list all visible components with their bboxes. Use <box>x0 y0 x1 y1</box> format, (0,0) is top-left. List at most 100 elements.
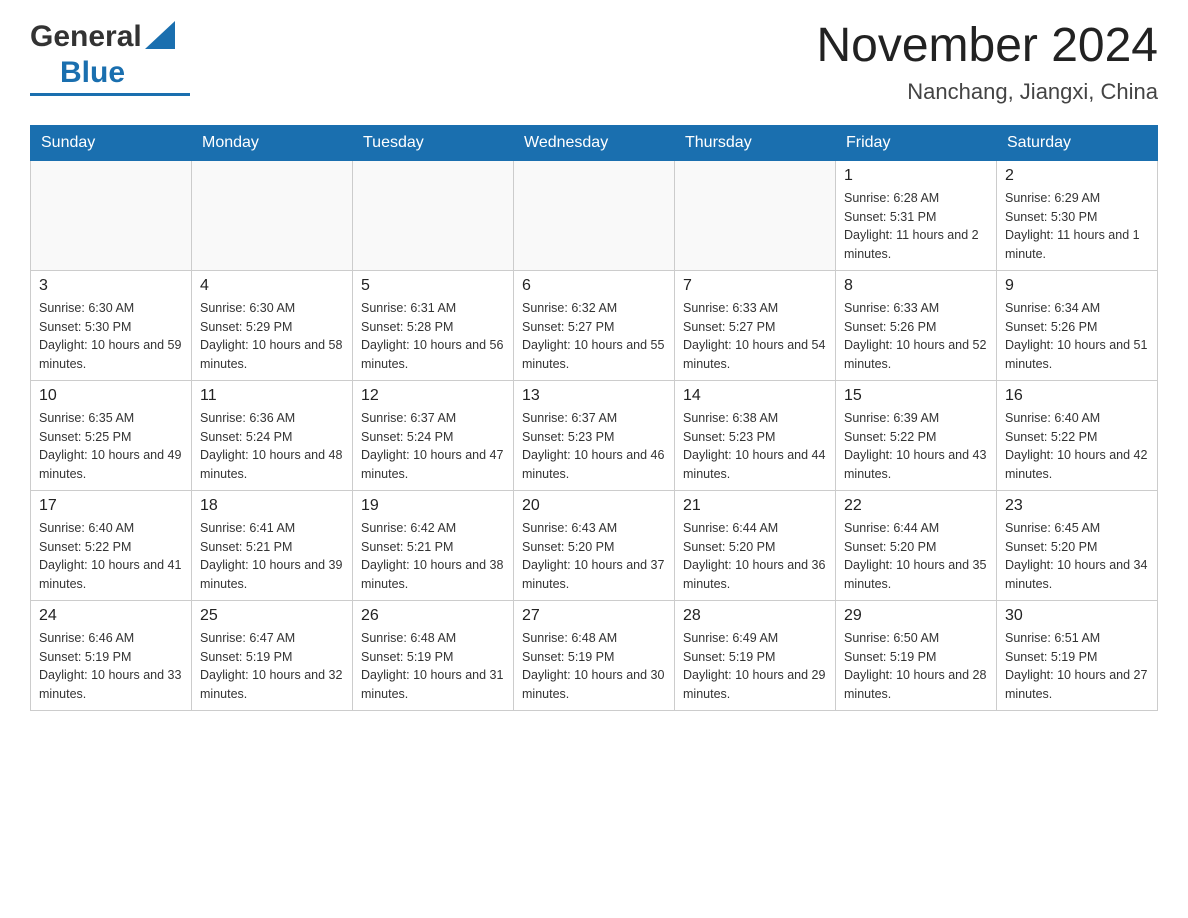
calendar-cell: 1Sunrise: 6:28 AMSunset: 5:31 PMDaylight… <box>836 160 997 270</box>
day-number: 13 <box>522 387 666 405</box>
day-number: 18 <box>200 497 344 515</box>
day-info: Sunrise: 6:33 AMSunset: 5:27 PMDaylight:… <box>683 299 827 374</box>
day-info: Sunrise: 6:40 AMSunset: 5:22 PMDaylight:… <box>39 519 183 594</box>
day-info: Sunrise: 6:47 AMSunset: 5:19 PMDaylight:… <box>200 629 344 704</box>
day-number: 16 <box>1005 387 1149 405</box>
day-number: 7 <box>683 277 827 295</box>
calendar-cell: 16 Sunrise: 6:40 AMSunset: 5:22 PMDayligh… <box>997 380 1158 490</box>
calendar-cell: 3Sunrise: 6:30 AMSunset: 5:30 PMDaylight… <box>31 270 192 380</box>
day-info: Sunrise: 6:46 AMSunset: 5:19 PMDaylight:… <box>39 629 183 704</box>
logo-general-text: General <box>30 20 142 54</box>
calendar-cell: 10Sunrise: 6:35 AMSunset: 5:25 PMDayligh… <box>31 380 192 490</box>
calendar-cell: 18 Sunrise: 6:41 AMSunset: 5:21 PMDayligh… <box>192 490 353 600</box>
calendar-cell: 22 Sunrise: 6:44 AMSunset: 5:20 PMDayligh… <box>836 490 997 600</box>
day-number: 25 <box>200 607 344 625</box>
day-info: Sunrise: 6:44 AMSunset: 5:20 PMDaylight:… <box>683 519 827 594</box>
logo-blue-text: Blue <box>60 56 125 90</box>
day-info: Sunrise: 6:30 AMSunset: 5:29 PMDaylight:… <box>200 299 344 374</box>
day-number: 11 <box>200 387 344 405</box>
day-of-week-friday: Friday <box>836 125 997 160</box>
day-number: 15 <box>844 387 988 405</box>
day-number: 28 <box>683 607 827 625</box>
day-info: Sunrise: 6:49 AMSunset: 5:19 PMDaylight:… <box>683 629 827 704</box>
calendar-cell <box>192 160 353 270</box>
day-number: 30 <box>1005 607 1149 625</box>
day-number: 8 <box>844 277 988 295</box>
location: Nanchang, Jiangxi, China <box>816 79 1158 105</box>
logo-underline <box>30 93 190 96</box>
calendar-cell: 7 Sunrise: 6:33 AMSunset: 5:27 PMDaylight… <box>675 270 836 380</box>
day-info: Sunrise: 6:51 AMSunset: 5:19 PMDaylight:… <box>1005 629 1149 704</box>
day-info: Sunrise: 6:32 AMSunset: 5:27 PMDaylight:… <box>522 299 666 374</box>
day-number: 22 <box>844 497 988 515</box>
day-number: 26 <box>361 607 505 625</box>
calendar-cell: 8 Sunrise: 6:33 AMSunset: 5:26 PMDaylight… <box>836 270 997 380</box>
calendar-cell: 17Sunrise: 6:40 AMSunset: 5:22 PMDayligh… <box>31 490 192 600</box>
calendar-cell <box>675 160 836 270</box>
day-info: Sunrise: 6:42 AMSunset: 5:21 PMDaylight:… <box>361 519 505 594</box>
calendar-cell: 29Sunrise: 6:50 AMSunset: 5:19 PMDayligh… <box>836 600 997 710</box>
title-block: November 2024 Nanchang, Jiangxi, China <box>816 20 1158 105</box>
calendar-cell: 26 Sunrise: 6:48 AMSunset: 5:19 PMDayligh… <box>353 600 514 710</box>
calendar-header-row: SundayMondayTuesdayWednesdayThursdayFrid… <box>31 125 1158 160</box>
calendar-cell: 5Sunrise: 6:31 AMSunset: 5:28 PMDaylight… <box>353 270 514 380</box>
calendar-table: SundayMondayTuesdayWednesdayThursdayFrid… <box>30 125 1158 711</box>
calendar-cell <box>514 160 675 270</box>
day-number: 12 <box>361 387 505 405</box>
calendar-cell: 2Sunrise: 6:29 AMSunset: 5:30 PMDaylight… <box>997 160 1158 270</box>
day-number: 6 <box>522 277 666 295</box>
day-number: 3 <box>39 277 183 295</box>
calendar-cell: 24Sunrise: 6:46 AMSunset: 5:19 PMDayligh… <box>31 600 192 710</box>
day-number: 2 <box>1005 167 1149 185</box>
day-info: Sunrise: 6:48 AMSunset: 5:19 PMDaylight:… <box>361 629 505 704</box>
day-number: 14 <box>683 387 827 405</box>
day-number: 1 <box>844 167 988 185</box>
day-number: 21 <box>683 497 827 515</box>
calendar-cell: 19Sunrise: 6:42 AMSunset: 5:21 PMDayligh… <box>353 490 514 600</box>
day-info: Sunrise: 6:48 AMSunset: 5:19 PMDaylight:… <box>522 629 666 704</box>
day-info: Sunrise: 6:41 AMSunset: 5:21 PMDaylight:… <box>200 519 344 594</box>
day-info: Sunrise: 6:40 AMSunset: 5:22 PMDaylight:… <box>1005 409 1149 484</box>
calendar-cell: 14 Sunrise: 6:38 AMSunset: 5:23 PMDayligh… <box>675 380 836 490</box>
calendar-cell: 6 Sunrise: 6:32 AMSunset: 5:27 PMDaylight… <box>514 270 675 380</box>
day-of-week-monday: Monday <box>192 125 353 160</box>
day-info: Sunrise: 6:38 AMSunset: 5:23 PMDaylight:… <box>683 409 827 484</box>
calendar-cell: 21 Sunrise: 6:44 AMSunset: 5:20 PMDayligh… <box>675 490 836 600</box>
calendar-cell: 25 Sunrise: 6:47 AMSunset: 5:19 PMDayligh… <box>192 600 353 710</box>
day-number: 9 <box>1005 277 1149 295</box>
logo-triangle-icon <box>145 21 175 49</box>
day-info: Sunrise: 6:36 AMSunset: 5:24 PMDaylight:… <box>200 409 344 484</box>
day-of-week-sunday: Sunday <box>31 125 192 160</box>
day-info: Sunrise: 6:43 AMSunset: 5:20 PMDaylight:… <box>522 519 666 594</box>
calendar-week-row: 24Sunrise: 6:46 AMSunset: 5:19 PMDayligh… <box>31 600 1158 710</box>
calendar-cell: 12 Sunrise: 6:37 AMSunset: 5:24 PMDayligh… <box>353 380 514 490</box>
day-info: Sunrise: 6:39 AMSunset: 5:22 PMDaylight:… <box>844 409 988 484</box>
day-number: 5 <box>361 277 505 295</box>
day-info: Sunrise: 6:34 AMSunset: 5:26 PMDaylight:… <box>1005 299 1149 374</box>
day-number: 27 <box>522 607 666 625</box>
calendar-cell: 4 Sunrise: 6:30 AMSunset: 5:29 PMDaylight… <box>192 270 353 380</box>
day-number: 29 <box>844 607 988 625</box>
day-info: Sunrise: 6:35 AMSunset: 5:25 PMDaylight:… <box>39 409 183 484</box>
day-number: 4 <box>200 277 344 295</box>
calendar-cell: 23 Sunrise: 6:45 AMSunset: 5:20 PMDayligh… <box>997 490 1158 600</box>
logo: General Blue <box>30 20 190 96</box>
day-of-week-saturday: Saturday <box>997 125 1158 160</box>
calendar-cell <box>353 160 514 270</box>
day-info: Sunrise: 6:37 AMSunset: 5:24 PMDaylight:… <box>361 409 505 484</box>
calendar-week-row: 10Sunrise: 6:35 AMSunset: 5:25 PMDayligh… <box>31 380 1158 490</box>
day-of-week-thursday: Thursday <box>675 125 836 160</box>
day-info: Sunrise: 6:33 AMSunset: 5:26 PMDaylight:… <box>844 299 988 374</box>
calendar-week-row: 17Sunrise: 6:40 AMSunset: 5:22 PMDayligh… <box>31 490 1158 600</box>
day-of-week-tuesday: Tuesday <box>353 125 514 160</box>
day-info: Sunrise: 6:44 AMSunset: 5:20 PMDaylight:… <box>844 519 988 594</box>
month-title: November 2024 <box>816 20 1158 73</box>
day-info: Sunrise: 6:37 AMSunset: 5:23 PMDaylight:… <box>522 409 666 484</box>
calendar-cell <box>31 160 192 270</box>
calendar-cell: 27 Sunrise: 6:48 AMSunset: 5:19 PMDayligh… <box>514 600 675 710</box>
day-number: 23 <box>1005 497 1149 515</box>
calendar-cell: 13 Sunrise: 6:37 AMSunset: 5:23 PMDayligh… <box>514 380 675 490</box>
calendar-cell: 20Sunrise: 6:43 AMSunset: 5:20 PMDayligh… <box>514 490 675 600</box>
day-info: Sunrise: 6:45 AMSunset: 5:20 PMDaylight:… <box>1005 519 1149 594</box>
calendar-cell: 11 Sunrise: 6:36 AMSunset: 5:24 PMDayligh… <box>192 380 353 490</box>
